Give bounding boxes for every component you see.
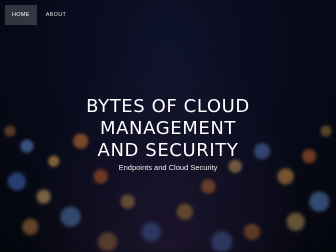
nav-item-about[interactable]: ABOUT — [39, 5, 73, 25]
site-tagline: Endpoints and Cloud Security — [118, 163, 218, 172]
site-title-line-3: AND SECURITY — [97, 140, 239, 161]
nav-item-home[interactable]: HOME — [5, 5, 37, 25]
site-title-line-2: MANAGEMENT — [100, 118, 236, 139]
page: HOME ABOUT BYTES OF CLOUD MANAGEMENT AND… — [0, 0, 336, 252]
site-title[interactable]: BYTES OF CLOUD MANAGEMENT AND SECURITY — [0, 96, 336, 162]
site-title-line-1: BYTES OF CLOUD — [86, 96, 250, 117]
top-navigation: HOME ABOUT — [5, 5, 73, 25]
hero-section: BYTES OF CLOUD MANAGEMENT AND SECURITY E… — [0, 96, 336, 172]
